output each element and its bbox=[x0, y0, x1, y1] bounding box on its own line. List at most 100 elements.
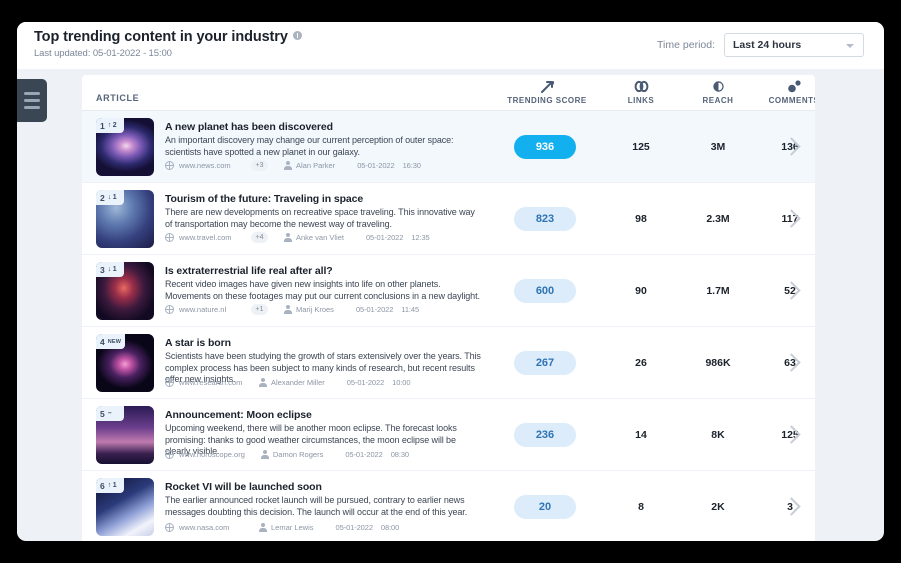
source-site[interactable]: www.nasa.com bbox=[179, 523, 243, 532]
rank-badge: 6↑ 1 bbox=[96, 478, 124, 493]
article-thumbnail[interactable]: 6↑ 1 bbox=[96, 478, 154, 536]
table-row[interactable]: 5–Announcement: Moon eclipseUpcoming wee… bbox=[82, 399, 815, 471]
author: Alan Parker bbox=[284, 161, 335, 170]
source-site[interactable]: www.travel.com bbox=[179, 233, 243, 242]
article-title[interactable]: Announcement: Moon eclipse bbox=[165, 409, 483, 421]
row-open-chevron-icon[interactable] bbox=[784, 280, 798, 302]
published-date: 05-01-2022 bbox=[357, 161, 394, 170]
rank-badge: 4NEW bbox=[96, 334, 125, 349]
chevron-down-icon bbox=[846, 44, 854, 48]
article-title[interactable]: Is extraterrestrial life real after all? bbox=[165, 265, 483, 277]
article-description: Recent video images have given new insig… bbox=[165, 279, 483, 302]
trending-arrow-icon bbox=[492, 79, 602, 94]
column-header-comments: COMMENTS bbox=[754, 79, 815, 105]
table-row[interactable]: 2↓ 1 Tourism of the future: Traveling in … bbox=[82, 183, 815, 255]
published-time: 11:45 bbox=[401, 305, 419, 314]
globe-icon bbox=[165, 523, 174, 532]
article-meta: www.research.com Alexander Miller 05-01-20… bbox=[165, 378, 410, 387]
page-header: Top trending content in your industry La… bbox=[17, 22, 884, 69]
table-row[interactable]: 4NEWA star is bornScientists have been s… bbox=[82, 327, 815, 399]
author: Damon Rogers bbox=[261, 450, 323, 459]
more-sources-badge[interactable]: +4 bbox=[251, 232, 268, 243]
source-site[interactable]: www.research.com bbox=[179, 378, 243, 387]
row-open-chevron-icon[interactable] bbox=[784, 352, 798, 374]
article-meta: www.nature.nl +1 Marij Kroes 05-01-2022 11:4… bbox=[165, 304, 419, 315]
author-name: Marij Kroes bbox=[296, 305, 334, 314]
published-time: 10:00 bbox=[392, 378, 410, 387]
article-meta: www.nasa.comLemar Lewis05-01-202208:00 bbox=[165, 523, 399, 532]
article-thumbnail[interactable]: 2↓ 1 bbox=[96, 190, 154, 248]
trending-content-card: ARTICLE TRENDING SCORE LINKS bbox=[82, 75, 815, 541]
time-period-control: Time period: Last 24 hours bbox=[657, 33, 864, 57]
table-header: ARTICLE TRENDING SCORE LINKS bbox=[82, 75, 815, 111]
rank-delta: NEW bbox=[108, 339, 121, 345]
reach-value: 3M bbox=[680, 141, 756, 153]
article-description: An important discovery may change our cu… bbox=[165, 135, 483, 158]
article-meta: www.travel.com+4Anke van Vliet05-01-2022… bbox=[165, 232, 430, 243]
links-value: 90 bbox=[602, 285, 680, 297]
author-name: Alan Parker bbox=[296, 161, 335, 170]
row-open-chevron-icon[interactable] bbox=[784, 208, 798, 230]
article-meta: www.news.com +3 Alan Parker 05-01-2022 16:30 bbox=[165, 160, 421, 171]
published-time: 08:00 bbox=[381, 523, 399, 532]
article-title[interactable]: A new planet has been discovered bbox=[165, 121, 483, 133]
globe-icon bbox=[165, 378, 174, 387]
trending-score-pill: 236 bbox=[514, 423, 576, 447]
article-title[interactable]: Rocket VI will be launched soon bbox=[165, 481, 483, 493]
article-body: Tourism of the future: Traveling in spac… bbox=[165, 193, 483, 230]
article-meta: www.horoscope.orgDamon Rogers05-01-20220… bbox=[165, 450, 409, 459]
article-title[interactable]: Tourism of the future: Traveling in spac… bbox=[165, 193, 483, 205]
rank-number: 1 bbox=[100, 121, 105, 131]
source-site[interactable]: www.nature.nl bbox=[179, 305, 243, 314]
published-time: 08:30 bbox=[391, 450, 409, 459]
source-site[interactable]: www.horoscope.org bbox=[179, 450, 245, 459]
published-date: 05-01-2022 bbox=[356, 305, 393, 314]
time-period-select[interactable]: Last 24 hours bbox=[724, 33, 864, 57]
column-label-trending-score: TRENDING SCORE bbox=[492, 96, 602, 105]
author-name: Anke van Vliet bbox=[296, 233, 344, 242]
row-open-chevron-icon[interactable] bbox=[784, 496, 798, 518]
rank-badge: 1↑ 2 bbox=[96, 118, 124, 133]
published-date: 05-01-2022 bbox=[347, 378, 384, 387]
trending-score-pill: 267 bbox=[514, 351, 576, 375]
more-sources-badge[interactable]: +1 bbox=[251, 304, 268, 315]
column-label-comments: COMMENTS bbox=[754, 96, 815, 105]
published-time: 16:30 bbox=[403, 161, 421, 170]
info-icon[interactable] bbox=[293, 31, 302, 40]
row-open-chevron-icon[interactable] bbox=[784, 424, 798, 446]
links-value: 98 bbox=[602, 213, 680, 225]
eye-icon bbox=[680, 79, 756, 94]
source-site[interactable]: www.news.com bbox=[179, 161, 243, 170]
avatar-icon bbox=[284, 233, 292, 242]
time-period-value: Last 24 hours bbox=[733, 39, 801, 51]
article-thumbnail[interactable]: 5– bbox=[96, 406, 154, 464]
published-time: 12:35 bbox=[411, 233, 429, 242]
article-thumbnail[interactable]: 3↓ 1 bbox=[96, 262, 154, 320]
row-open-chevron-icon[interactable] bbox=[784, 136, 798, 158]
column-header-trending-score: TRENDING SCORE bbox=[492, 79, 602, 105]
reach-value: 8K bbox=[680, 429, 756, 441]
sidebar-menu-toggle[interactable] bbox=[17, 79, 47, 122]
author-name: Alexander Miller bbox=[271, 378, 325, 387]
author-name: Lemar Lewis bbox=[271, 523, 314, 532]
rank-number: 2 bbox=[100, 193, 105, 203]
table-row[interactable]: 6↑ 1 Rocket VI will be launched soon The e… bbox=[82, 471, 815, 541]
article-thumbnail[interactable]: 4NEW bbox=[96, 334, 154, 392]
article-description: The earlier announced rocket launch will… bbox=[165, 495, 483, 518]
column-label-links: LINKS bbox=[602, 96, 680, 105]
article-title[interactable]: A star is born bbox=[165, 337, 483, 349]
time-period-label: Time period: bbox=[657, 39, 715, 51]
author-name: Damon Rogers bbox=[273, 450, 323, 459]
table-row[interactable]: 3↓ 1 Is extraterrestrial life real after … bbox=[82, 255, 815, 327]
device-frame: Top trending content in your industry La… bbox=[0, 0, 901, 563]
rank-delta: ↑ 2 bbox=[108, 122, 117, 129]
author: Anke van Vliet bbox=[284, 233, 344, 242]
trending-score-pill: 823 bbox=[514, 207, 576, 231]
article-body: Rocket VI will be launched soon The earli… bbox=[165, 481, 483, 518]
app-viewport: Top trending content in your industry La… bbox=[17, 22, 884, 541]
article-thumbnail[interactable]: 1↑ 2 bbox=[96, 118, 154, 176]
table-row[interactable]: 1↑ 2 A new planet has been discovered An i… bbox=[82, 111, 815, 183]
trending-score-pill: 600 bbox=[514, 279, 576, 303]
more-sources-badge[interactable]: +3 bbox=[251, 160, 268, 171]
rank-badge: 5– bbox=[96, 406, 124, 421]
